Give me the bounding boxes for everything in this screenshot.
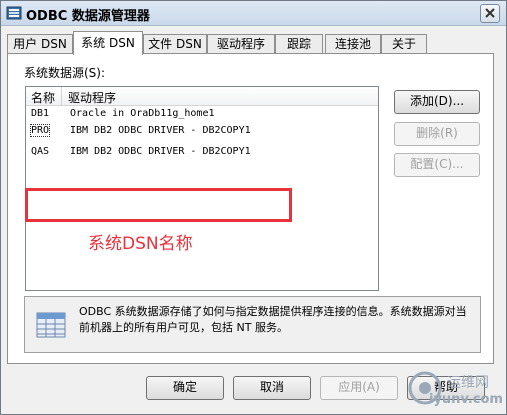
close-icon: [485, 8, 495, 18]
dsn-name: PRO: [29, 124, 51, 137]
tab-user-dsn[interactable]: 用户 DSN: [7, 34, 73, 54]
tab-connection-pooling[interactable]: 连接池: [325, 34, 381, 54]
column-header-driver[interactable]: 驱动程序: [68, 89, 116, 106]
dsn-name: DB1: [31, 108, 50, 119]
system-dsn-panel: 系统数据源(S): 名称 驱动程序 DB1 Oracle in OraDb11g…: [7, 53, 494, 364]
column-separator[interactable]: [61, 87, 62, 105]
annotation-highlight-box: [25, 188, 292, 222]
list-row-db1[interactable]: DB1 Oracle in OraDb11g_home1: [26, 106, 378, 123]
list-row-pro[interactable]: PRO IBM DB2 ODBC DRIVER - DB2COPY1: [26, 123, 378, 140]
database-grid-icon: [36, 312, 66, 338]
dsn-driver: IBM DB2 ODBC DRIVER - DB2COPY1: [70, 125, 251, 136]
window-title: ODBC 数据源管理器: [26, 9, 150, 24]
dsn-driver: Oracle in OraDb11g_home1: [70, 108, 215, 119]
info-box: ODBC 系统数据源存储了如何与指定数据提供程序连接的信息。系统数据源对当前机器…: [24, 296, 481, 353]
apply-button[interactable]: 应用(A): [320, 376, 398, 400]
configure-button[interactable]: 配置(C)...: [394, 153, 480, 177]
site-watermark: 运维网 iyunv.com: [403, 362, 503, 412]
dsn-name: QAS: [31, 146, 50, 157]
column-header-name[interactable]: 名称: [31, 89, 55, 106]
add-button[interactable]: 添加(D)...: [394, 90, 480, 114]
close-button[interactable]: [480, 4, 500, 23]
annotation-label: 系统DSN名称: [88, 234, 193, 254]
cancel-button[interactable]: 取消: [233, 376, 311, 400]
title-bar[interactable]: ODBC 数据源管理器: [1, 1, 506, 26]
info-description: ODBC 系统数据源存储了如何与指定数据提供程序连接的信息。系统数据源对当前机器…: [79, 305, 467, 334]
tab-drivers[interactable]: 驱动程序: [207, 34, 275, 54]
tab-about[interactable]: 关于: [381, 34, 427, 54]
tab-system-dsn[interactable]: 系统 DSN: [73, 31, 143, 55]
system-data-sources-label: 系统数据源(S):: [24, 66, 106, 80]
list-row-qas[interactable]: QAS IBM DB2 ODBC DRIVER - DB2COPY1: [26, 144, 378, 161]
list-header: 名称 驱动程序: [26, 87, 378, 106]
tab-tracing[interactable]: 跟踪: [275, 34, 323, 54]
remove-button[interactable]: 删除(R): [394, 122, 480, 146]
odbc-window: ODBC 数据源管理器 用户 DSN 系统 DSN 文件 DSN 驱动程序 跟踪…: [0, 0, 507, 415]
odbc-app-icon: [6, 6, 22, 20]
watermark-text-url: iyunv.com: [429, 392, 503, 407]
ok-button[interactable]: 确定: [146, 376, 224, 400]
watermark-text-cn: 运维网: [447, 375, 489, 391]
dsn-driver: IBM DB2 ODBC DRIVER - DB2COPY1: [70, 146, 251, 157]
tab-file-dsn[interactable]: 文件 DSN: [143, 34, 207, 54]
